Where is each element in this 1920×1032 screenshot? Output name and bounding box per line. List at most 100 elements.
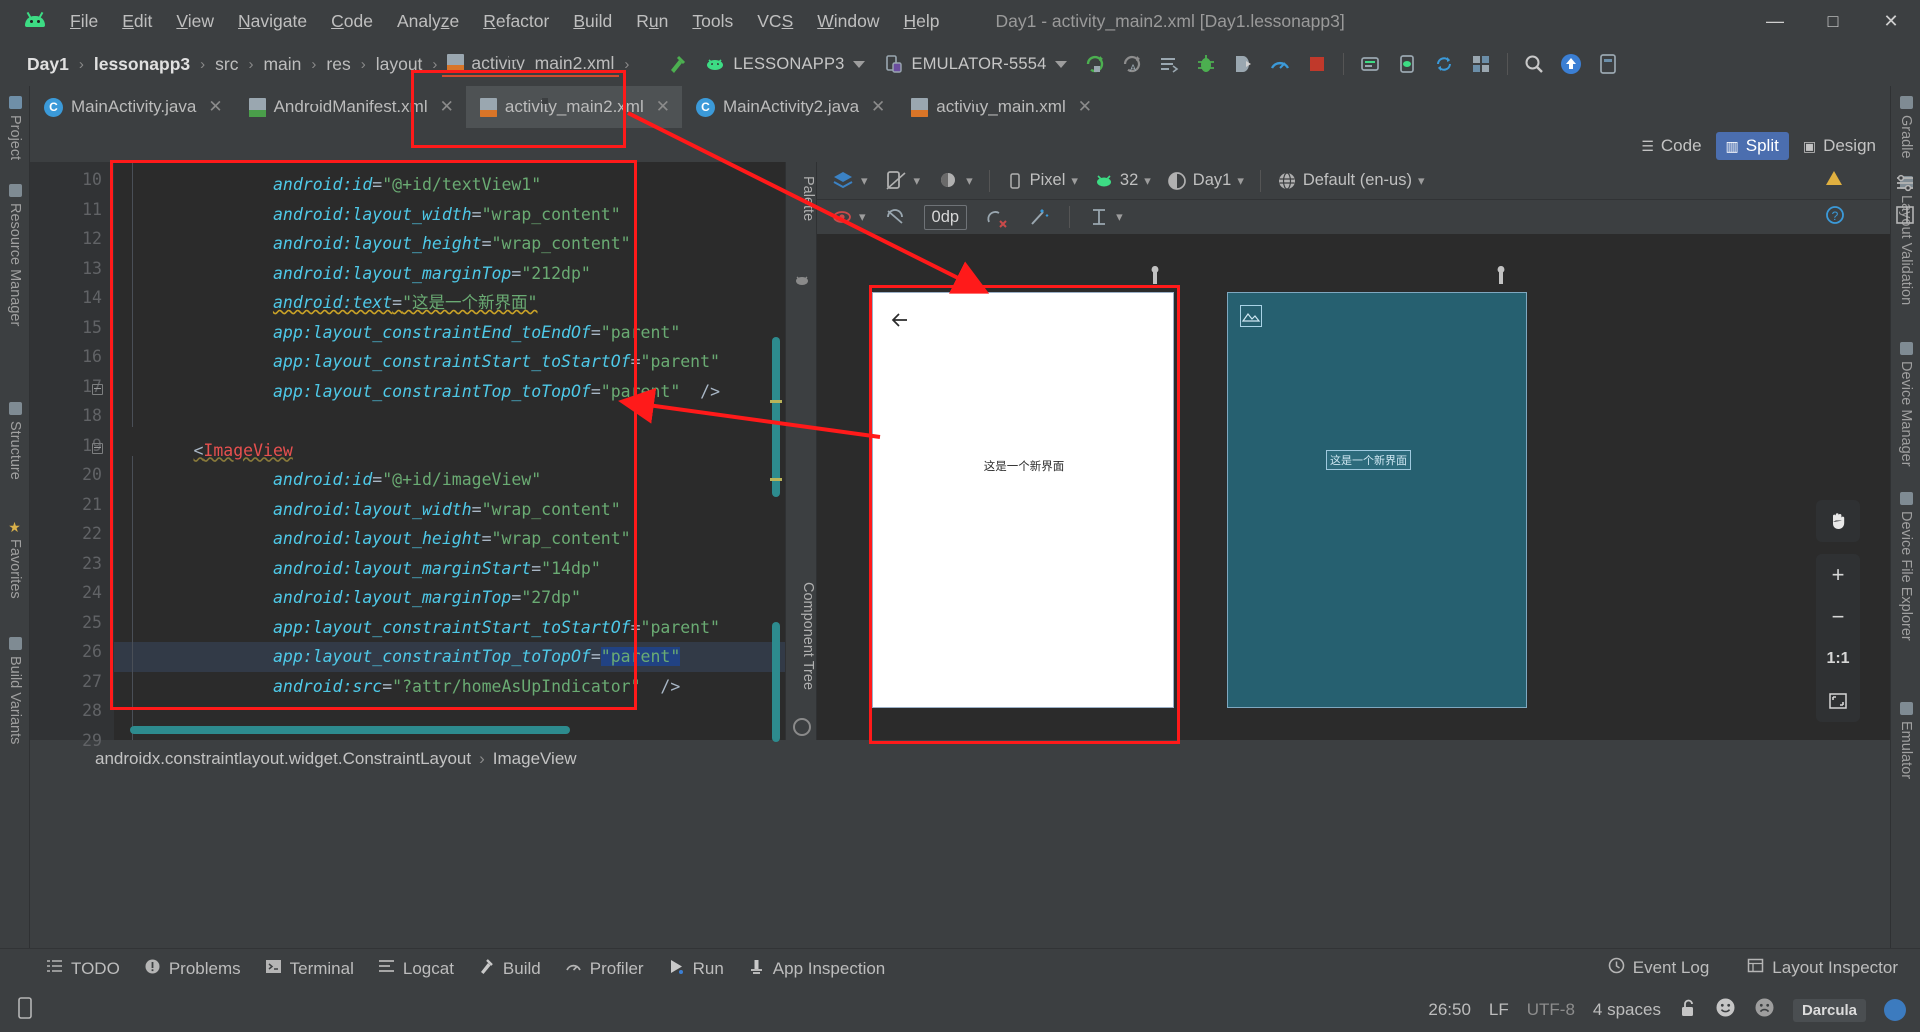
tab-close-icon[interactable]: ✕ (208, 97, 222, 117)
bottom-item-profiler[interactable]: Profiler (553, 954, 656, 984)
code-line[interactable]: android:layout_marginStart="14dp" (114, 554, 785, 584)
code-line[interactable]: android:layout_width="wrap_content" (114, 200, 785, 230)
help-icon[interactable]: ? (1824, 204, 1846, 231)
design-surface-mode-button[interactable]: ▾ (825, 166, 874, 196)
design-warning-icon[interactable] (1826, 171, 1842, 185)
rerun-icon[interactable] (1152, 47, 1186, 81)
line-separator[interactable]: LF (1489, 1000, 1509, 1020)
bottom-item-problems[interactable]: Problems (132, 954, 253, 984)
sidebar-item-structure[interactable]: Structure (0, 396, 30, 486)
code-line[interactable]: app:layout_constraintTop_toTopOf="parent… (114, 642, 785, 672)
theme-dropdown[interactable]: Day1 ▾ (1161, 168, 1250, 194)
apply-code-changes-icon[interactable]: A (1115, 47, 1149, 81)
code-line[interactable]: android:layout_width="wrap_content" (114, 495, 785, 525)
unlocked-icon[interactable] (1679, 998, 1697, 1023)
sidebar-item-project[interactable]: Project (0, 90, 30, 166)
happy-face-icon[interactable] (1715, 997, 1736, 1023)
code-fold-toggle[interactable] (92, 442, 104, 455)
tab-close-icon[interactable]: ✕ (656, 97, 670, 117)
menu-view[interactable]: View (164, 6, 226, 37)
breadcrumb-constraintlayout[interactable]: androidx.constraintlayout.widget.Constra… (95, 749, 471, 769)
stop-icon[interactable] (1300, 47, 1334, 81)
sidebar-item-build-variants[interactable]: Build Variants (0, 631, 30, 750)
attach-debugger-icon[interactable] (1226, 47, 1260, 81)
chevron-down-icon[interactable]: ▾ (1071, 173, 1078, 189)
file-encoding[interactable]: UTF-8 (1527, 1000, 1575, 1020)
code-line[interactable]: android:layout_marginTop="212dp" (114, 259, 785, 289)
tab-activity-main-xml[interactable]: activity_main.xml ✕ (897, 86, 1104, 128)
sidebar-item-gradle[interactable]: Gradle (1891, 90, 1920, 165)
editor-horizontal-scrollbar[interactable] (130, 726, 570, 734)
bottom-item-layout-inspector[interactable]: Layout Inspector (1735, 953, 1910, 983)
code-line[interactable]: android:text="这是一个新界面" (114, 288, 785, 318)
build-hammer-icon[interactable] (660, 47, 694, 81)
editor-scrollbar-thumb-top[interactable] (772, 337, 780, 497)
clear-constraints-button[interactable] (979, 202, 1015, 232)
fit-to-screen-button[interactable] (1816, 680, 1860, 722)
code-line[interactable]: android:id="@+id/textView1" (114, 170, 785, 200)
debug-icon[interactable] (1189, 47, 1223, 81)
menu-code[interactable]: Code (319, 6, 385, 37)
sdk-manager-icon[interactable] (1353, 47, 1387, 81)
blueprint-wrench-icon[interactable] (1493, 264, 1509, 291)
breadcrumb-activity-main2-xml[interactable]: activity_main2.xml (442, 51, 620, 77)
ui-mode-button[interactable]: ▾ (930, 166, 979, 196)
image-placeholder-icon[interactable] (1240, 305, 1262, 327)
tab-close-icon[interactable]: ✕ (1078, 97, 1092, 117)
code-line[interactable] (114, 406, 785, 436)
chevron-down-icon[interactable] (1054, 60, 1067, 68)
chevron-down-icon[interactable]: ▾ (861, 173, 868, 189)
view-mode-code[interactable]: ☰ Code (1631, 132, 1711, 160)
guidelines-button[interactable]: ▾ (1082, 203, 1129, 231)
update-icon[interactable] (1554, 47, 1588, 81)
code-line[interactable]: android:layout_marginTop="27dp" (114, 583, 785, 613)
code-line[interactable]: android:id="@+id/imageView" (114, 465, 785, 495)
tab-close-icon[interactable]: ✕ (440, 97, 454, 117)
autoconnect-button[interactable] (878, 203, 912, 231)
code-line[interactable]: app:layout_constraintEnd_toEndOf="parent… (114, 318, 785, 348)
menu-refactor[interactable]: Refactor (471, 6, 561, 37)
sidebar-item-device-file-explorer[interactable]: Device File Explorer (1891, 486, 1920, 647)
design-canvas[interactable]: 这是一个新界面 这是一个新界面 + − 1:1 (817, 234, 1890, 740)
tab-activity-main2-xml[interactable]: activity_main2.xml ✕ (465, 86, 682, 128)
zoom-in-button[interactable]: + (1816, 554, 1860, 596)
menu-bar[interactable]: File Edit View Navigate Code Analyze Ref… (58, 6, 952, 37)
menu-run[interactable]: Run (624, 6, 680, 37)
chevron-down-icon[interactable]: ▾ (966, 173, 973, 189)
search-icon[interactable] (1517, 47, 1551, 81)
code-line[interactable]: app:layout_constraintTop_toTopOf="parent… (114, 377, 785, 407)
breadcrumb-lessonapp3[interactable]: lessonapp3 (89, 52, 195, 77)
minimize-button[interactable]: — (1746, 0, 1804, 42)
device-status-icon[interactable] (14, 996, 36, 1025)
locale-dropdown[interactable]: Default (en-us) ▾ (1271, 168, 1431, 194)
sidebar-item-emulator[interactable]: Emulator (1891, 696, 1920, 785)
run-configuration-selector[interactable]: LESSONAPP3 (697, 51, 872, 77)
maximize-button[interactable]: □ (1804, 0, 1862, 42)
sidebar-item-favorites[interactable]: ★ Favorites (0, 514, 30, 605)
run-icon[interactable] (1078, 47, 1112, 81)
breadcrumb-res[interactable]: res (321, 52, 355, 77)
breadcrumb-src[interactable]: src (210, 52, 243, 77)
breadcrumb-main[interactable]: main (258, 52, 306, 77)
default-margin-dropdown[interactable]: 0dp (918, 202, 974, 233)
sidebar-item-device-manager[interactable]: Device Manager (1891, 336, 1920, 473)
sad-face-icon[interactable] (1754, 997, 1775, 1023)
editor-scrollbar-thumb-bottom[interactable] (772, 622, 780, 742)
chevron-down-icon[interactable] (852, 60, 865, 68)
design-wrench-icon[interactable] (1147, 264, 1163, 291)
view-mode-split[interactable]: ▥ Split (1715, 132, 1789, 160)
component-tree-tab[interactable]: Component Tree (788, 582, 816, 690)
bottom-item-todo[interactable]: TODO (34, 954, 132, 984)
breadcrumb-layout[interactable]: layout (371, 52, 428, 77)
code-line[interactable]: <ImageView (114, 436, 785, 466)
back-arrow-icon[interactable] (887, 307, 913, 338)
theme-indicator[interactable]: Darcula (1792, 998, 1866, 1022)
tab-close-icon[interactable]: ✕ (871, 97, 885, 117)
bottom-item-logcat[interactable]: Logcat (366, 954, 466, 984)
caret-position[interactable]: 26:50 (1428, 1000, 1471, 1020)
menu-help[interactable]: Help (892, 6, 952, 37)
menu-file[interactable]: File (58, 6, 110, 37)
menu-vcs[interactable]: VCS (745, 6, 805, 37)
api-dropdown[interactable]: 32 ▾ (1088, 168, 1157, 194)
chevron-down-icon[interactable]: ▾ (1418, 173, 1425, 189)
